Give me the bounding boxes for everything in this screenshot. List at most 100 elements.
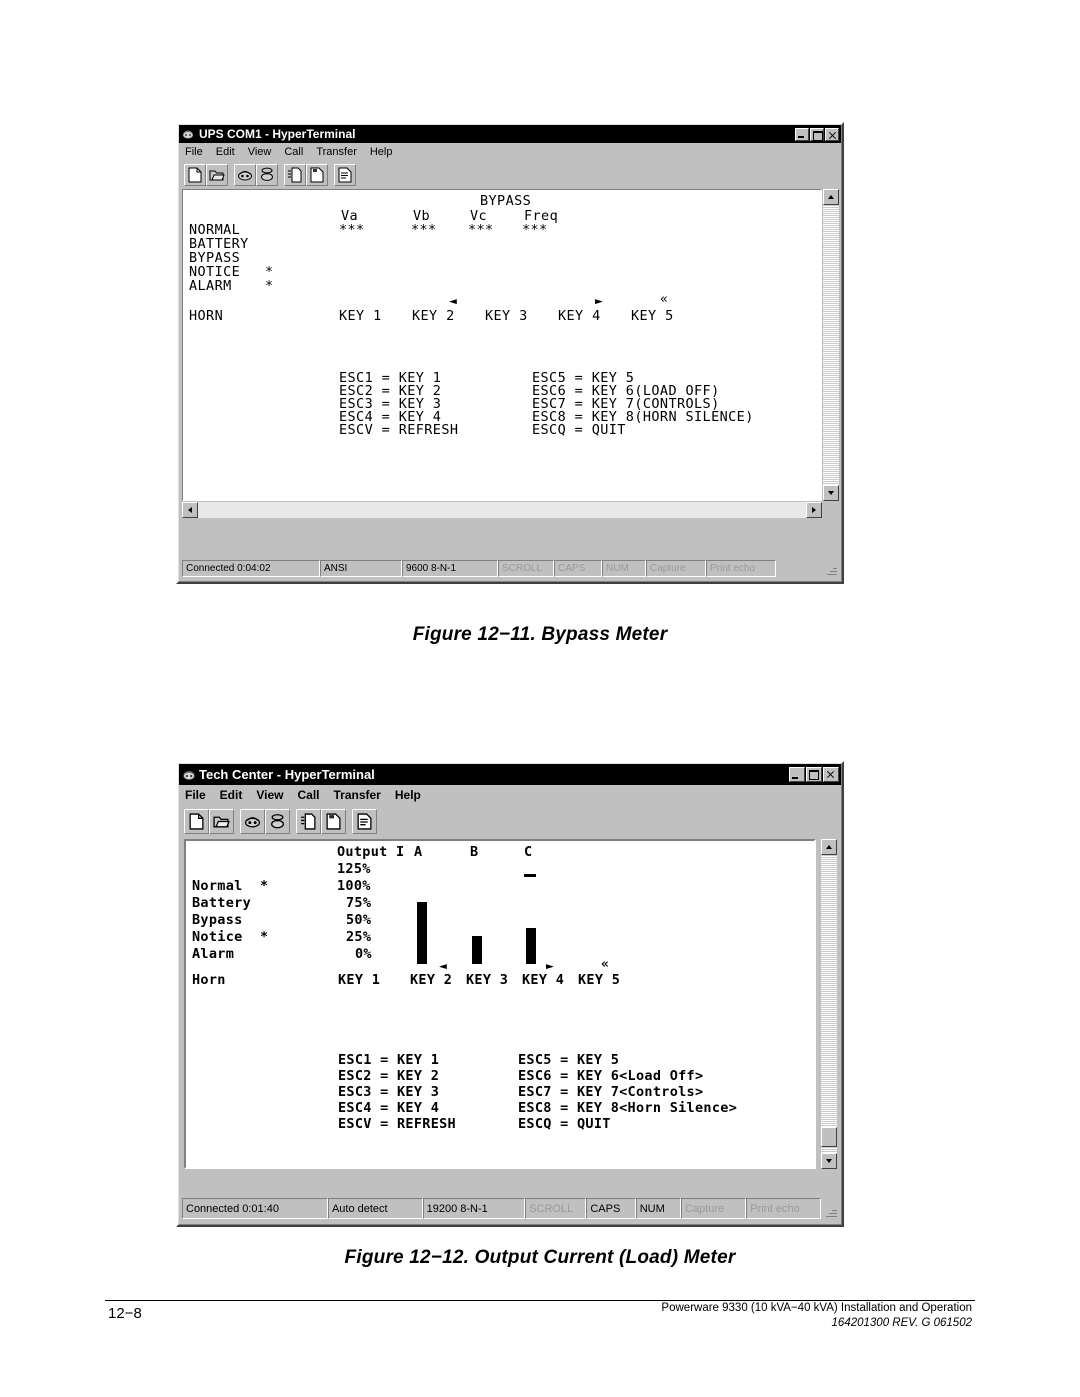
send-file-icon[interactable] xyxy=(284,163,306,186)
disconnect-phone-icon[interactable] xyxy=(256,163,278,186)
scale-label-75: 75% xyxy=(346,895,372,911)
menu-item-file[interactable]: File xyxy=(185,146,203,158)
receive-file-icon[interactable] xyxy=(306,163,328,186)
scroll-down-button[interactable] xyxy=(821,1153,837,1169)
status-label-alarm: Alarm xyxy=(192,946,235,962)
esc-map-right-4: ESC8 = KEY 8<Horn Silence> xyxy=(518,1100,738,1116)
footer-page-number: 12−8 xyxy=(108,1305,142,1322)
open-folder-icon[interactable] xyxy=(206,163,228,186)
key-2-marker-left-arrow-icon: ◄ xyxy=(449,294,458,309)
maximize-button[interactable] xyxy=(806,767,822,782)
key-3[interactable]: KEY 3 xyxy=(485,309,528,324)
title-bar-buttons[interactable] xyxy=(789,767,839,782)
terminal-screen-title: Output I xyxy=(337,844,405,860)
menu-item-call[interactable]: Call xyxy=(284,146,303,158)
menu-item-view[interactable]: View xyxy=(248,146,272,158)
scroll-up-button[interactable] xyxy=(823,189,839,205)
close-button[interactable] xyxy=(823,767,839,782)
key-1[interactable]: KEY 1 xyxy=(339,309,382,324)
terminal-screen[interactable]: BYPASS Va Vb Vc Freq *** *** *** *** NOR… xyxy=(182,189,822,501)
column-header-c: C xyxy=(524,844,533,860)
maximize-button[interactable] xyxy=(810,127,824,141)
call-phone-icon[interactable] xyxy=(234,163,256,186)
status-indicator-num: NUM xyxy=(602,560,646,577)
scroll-down-button[interactable] xyxy=(823,485,839,501)
title-bar[interactable]: UPS COM1 - HyperTerminal xyxy=(179,125,841,143)
vertical-scrollbar[interactable] xyxy=(823,189,839,501)
resize-grip[interactable] xyxy=(824,563,838,577)
scroll-up-button[interactable] xyxy=(821,839,837,855)
disconnect-phone-icon[interactable] xyxy=(265,808,290,834)
key-4-marker-right-arrow-icon: ► xyxy=(546,959,555,974)
menu-item-edit[interactable]: Edit xyxy=(220,788,243,802)
status-emulation: Auto detect xyxy=(327,1198,423,1219)
status-indicator-scroll: SCROLL xyxy=(498,560,554,577)
horn-label: HORN xyxy=(189,308,224,324)
scroll-left-button[interactable] xyxy=(182,502,198,518)
status-connected: Connected 0:04:02 xyxy=(182,560,320,577)
scale-label-50: 50% xyxy=(346,912,372,928)
new-connection-icon[interactable] xyxy=(184,808,209,834)
menu-item-call[interactable]: Call xyxy=(297,788,319,802)
tool-bar[interactable] xyxy=(179,160,841,189)
hyperterminal-window-bypass[interactable]: UPS COM1 - HyperTerminal File Edit View … xyxy=(176,122,844,584)
resize-grip[interactable] xyxy=(824,1205,838,1219)
menu-item-file[interactable]: File xyxy=(185,788,206,802)
esc-map-left-4: ESC4 = KEY 4 xyxy=(338,1100,440,1116)
status-label-alarm: ALARM xyxy=(189,278,232,294)
menu-item-edit[interactable]: Edit xyxy=(216,146,235,158)
open-folder-icon[interactable] xyxy=(209,808,234,834)
title-bar-buttons[interactable] xyxy=(795,127,839,141)
new-connection-icon[interactable] xyxy=(184,163,206,186)
minimize-button[interactable] xyxy=(795,127,809,141)
status-flag-notice: * xyxy=(260,929,269,945)
send-file-icon[interactable] xyxy=(296,808,321,834)
hyperterminal-window-output-current[interactable]: Tech Center - HyperTerminal File Edit Vi… xyxy=(176,761,844,1227)
manual-page: UPS COM1 - HyperTerminal File Edit View … xyxy=(0,0,1080,1397)
status-emulation: ANSI xyxy=(320,560,402,577)
menu-item-transfer[interactable]: Transfer xyxy=(334,788,381,802)
call-phone-icon[interactable] xyxy=(240,808,265,834)
menu-item-help[interactable]: Help xyxy=(370,146,393,158)
terminal-area: BYPASS Va Vb Vc Freq *** *** *** *** NOR… xyxy=(182,189,840,518)
figure-caption-1: Figure 12−11. Bypass Meter xyxy=(412,624,668,645)
key-2[interactable]: KEY 2 xyxy=(410,972,452,989)
menu-item-view[interactable]: View xyxy=(256,788,283,802)
key-4[interactable]: KEY 4 xyxy=(558,309,601,324)
key-4[interactable]: KEY 4 xyxy=(522,972,564,989)
menu-item-transfer[interactable]: Transfer xyxy=(316,146,357,158)
bar-phase-b xyxy=(472,936,482,964)
tool-bar[interactable] xyxy=(179,805,841,837)
key-1[interactable]: KEY 1 xyxy=(338,972,380,989)
toolbar-group-properties xyxy=(334,163,356,186)
column-header-b: B xyxy=(470,844,479,860)
status-indicator-print-echo: Print echo xyxy=(746,1198,822,1219)
menu-bar[interactable]: File Edit View Call Transfer Help xyxy=(179,785,841,805)
column-header-a: A xyxy=(414,844,423,860)
status-flag-normal: * xyxy=(260,878,269,894)
horizontal-scrollbar[interactable] xyxy=(182,502,822,518)
title-bar[interactable]: Tech Center - HyperTerminal xyxy=(179,764,841,785)
key-5[interactable]: KEY 5 xyxy=(631,309,674,324)
close-button[interactable] xyxy=(825,127,839,141)
menu-bar[interactable]: File Edit View Call Transfer Help xyxy=(179,143,841,160)
key-5[interactable]: KEY 5 xyxy=(578,972,620,989)
properties-icon[interactable] xyxy=(334,163,356,186)
terminal-screen-title: BYPASS xyxy=(480,193,532,209)
window-frame: Tech Center - HyperTerminal File Edit Vi… xyxy=(178,763,842,1225)
scrollbar-thumb[interactable] xyxy=(821,1127,837,1147)
receive-file-icon[interactable] xyxy=(321,808,346,834)
scale-label-0: 0% xyxy=(355,946,372,962)
esc-map-right-1: ESC5 = KEY 5 xyxy=(518,1052,620,1068)
key-2[interactable]: KEY 2 xyxy=(412,309,455,324)
minimize-button[interactable] xyxy=(789,767,805,782)
status-connected: Connected 0:01:40 xyxy=(182,1198,328,1219)
horn-label: Horn xyxy=(192,972,226,988)
menu-item-help[interactable]: Help xyxy=(395,788,421,802)
properties-icon[interactable] xyxy=(352,808,377,834)
status-indicator-print-echo: Print echo xyxy=(706,560,776,577)
vertical-scrollbar[interactable] xyxy=(821,839,837,1169)
scroll-right-button[interactable] xyxy=(806,502,822,518)
key-3[interactable]: KEY 3 xyxy=(466,972,508,989)
terminal-screen[interactable]: Output I A B C 125% 100% 75% 50% 25% 0% … xyxy=(184,839,816,1169)
